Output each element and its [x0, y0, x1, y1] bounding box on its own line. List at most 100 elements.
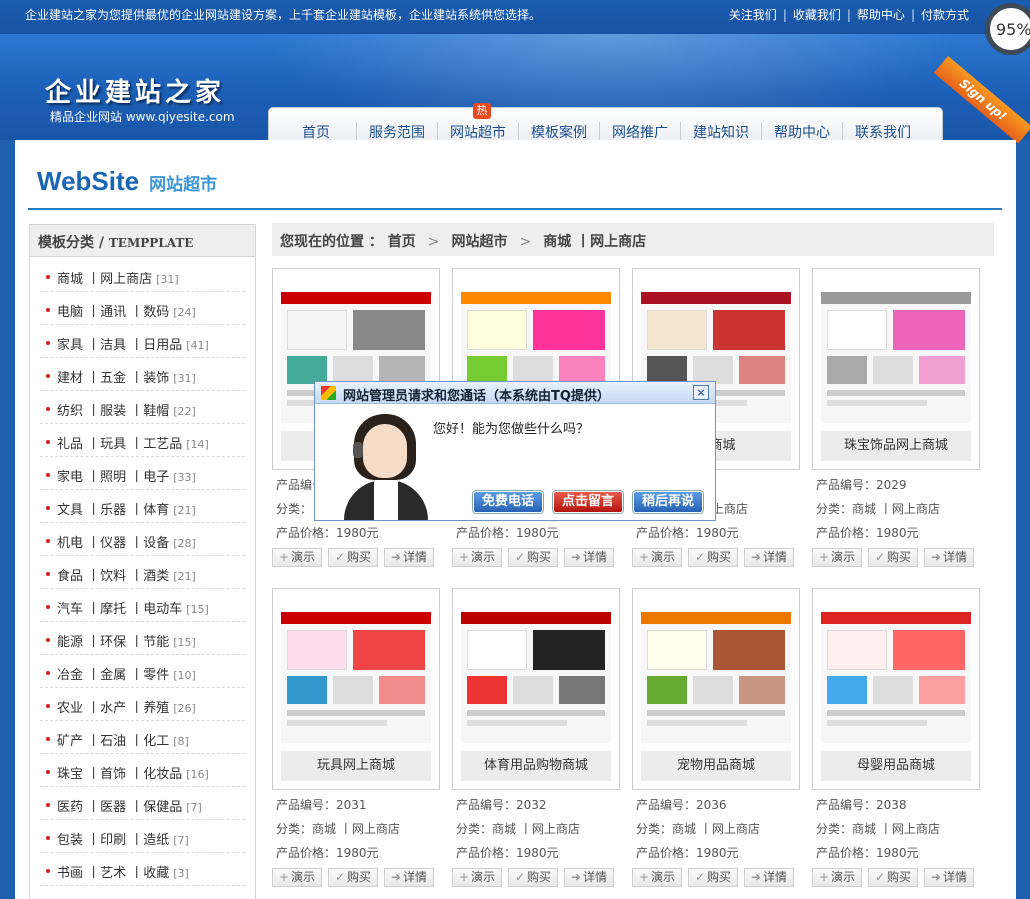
nav-knowledge[interactable]: 建站知识 [681, 122, 761, 142]
product-price-row: 产品价格：1980元 [636, 844, 739, 861]
nav-home[interactable]: 首页 [276, 122, 356, 142]
button-label: 演示 [831, 870, 856, 884]
button-label: 购买 [707, 870, 732, 884]
close-icon[interactable]: × [693, 385, 709, 400]
buy-button[interactable]: ✓ 购买 [868, 868, 918, 887]
price-label: 产品价格： [816, 846, 877, 860]
detail-button[interactable]: ➜ 详情 [384, 868, 434, 887]
nav-templates[interactable]: 模板案例 [519, 122, 599, 142]
detail-button[interactable]: ➜ 详情 [564, 868, 614, 887]
category-count: [15] [186, 603, 209, 616]
product-card[interactable]: 母婴用品商城 [812, 588, 980, 790]
buy-button[interactable]: ✓ 购买 [688, 868, 738, 887]
product-code-row: 产品编号：2036 [636, 796, 727, 813]
product-name[interactable]: 玩具网上商城 [281, 751, 431, 781]
category-label: 礼品 丨玩具 丨工艺品 [57, 437, 183, 452]
category-item[interactable]: 电脑 丨通讯 丨数码 [24] [40, 292, 245, 325]
button-label: 演示 [471, 550, 496, 564]
detail-button[interactable]: ➜ 详情 [924, 548, 974, 567]
category-item[interactable]: 食品 丨饮料 丨酒类 [21] [40, 556, 245, 589]
category-item[interactable]: 文具 丨乐器 丨体育 [21] [40, 490, 245, 523]
demo-button[interactable]: + 演示 [812, 868, 862, 887]
payment-link[interactable]: 付款方式 [915, 8, 975, 22]
product-thumbnail[interactable] [281, 596, 431, 743]
follow-us-link[interactable]: 关注我们 [723, 8, 783, 22]
category-item[interactable]: 建材 丨五金 丨装饰 [31] [40, 358, 245, 391]
nav-promotion[interactable]: 网络推广 [600, 122, 680, 142]
demo-button[interactable]: + 演示 [812, 548, 862, 567]
category-item[interactable]: 矿产 丨石油 丨化工 [8] [40, 721, 245, 754]
detail-button[interactable]: ➜ 详情 [744, 548, 794, 567]
help-link[interactable]: 帮助中心 [851, 8, 911, 22]
category-item[interactable]: 纺织 丨服装 丨鞋帽 [22] [40, 391, 245, 424]
buy-button[interactable]: ✓ 购买 [508, 868, 558, 887]
buy-button[interactable]: ✓ 购买 [328, 868, 378, 887]
category-item[interactable]: 冶金 丨金属 丨零件 [10] [40, 655, 245, 688]
buy-button[interactable]: ✓ 购买 [508, 548, 558, 567]
logo[interactable]: 企业建站之家 [45, 72, 225, 109]
nav-help[interactable]: 帮助中心 [762, 122, 842, 142]
plus-icon: + [458, 870, 470, 884]
product-card[interactable]: 珠宝饰品网上商城 [812, 268, 980, 470]
nav-website-market[interactable]: 网站超市 [438, 122, 518, 142]
detail-button[interactable]: ➜ 详情 [564, 548, 614, 567]
product-thumbnail[interactable] [461, 596, 611, 743]
product-thumbnail[interactable] [821, 596, 971, 743]
product-card[interactable]: 玩具网上商城 [272, 588, 440, 790]
nav-services[interactable]: 服务范围 [357, 122, 437, 142]
buy-button[interactable]: ✓ 购买 [868, 548, 918, 567]
product-category: 商城 丨网上商店 [312, 822, 400, 836]
demo-button[interactable]: + 演示 [452, 548, 502, 567]
product-card[interactable]: 体育用品购物商城 [452, 588, 620, 790]
detail-button[interactable]: ➜ 详情 [924, 868, 974, 887]
category-count: [16] [186, 768, 209, 781]
breadcrumb-home[interactable]: 首页 [388, 234, 416, 250]
category-item[interactable]: 家电 丨照明 丨电子 [33] [40, 457, 245, 490]
category-item[interactable]: 医药 丨医器 丨保健品 [7] [40, 787, 245, 820]
demo-button[interactable]: + 演示 [632, 548, 682, 567]
product-name[interactable]: 珠宝饰品网上商城 [821, 431, 971, 461]
product-name[interactable]: 体育用品购物商城 [461, 751, 611, 781]
product-thumbnail[interactable] [641, 596, 791, 743]
product-name[interactable]: 母婴用品商城 [821, 751, 971, 781]
nav-contact[interactable]: 联系我们 [843, 122, 923, 142]
product-price: 1980元 [696, 846, 739, 860]
category-item[interactable]: 农业 丨水产 丨养殖 [26] [40, 688, 245, 721]
breadcrumb-category[interactable]: 商城 丨网上商店 [543, 234, 646, 250]
free-call-button[interactable]: 免费电话 [473, 491, 543, 513]
category-label: 文具 丨乐器 丨体育 [57, 503, 170, 518]
leave-message-button[interactable]: 点击留言 [553, 491, 623, 513]
category-item[interactable]: 汽车 丨摩托 丨电动车 [15] [40, 589, 245, 622]
plus-icon: + [458, 550, 470, 564]
arrow-right-icon: ➜ [390, 550, 402, 564]
category-item[interactable]: 珠宝 丨首饰 丨化妆品 [16] [40, 754, 245, 787]
category-item[interactable]: 机电 丨仪器 丨设备 [28] [40, 523, 245, 556]
product-code: 2031 [336, 798, 367, 812]
category-label: 能源 丨环保 丨节能 [57, 635, 170, 650]
demo-button[interactable]: + 演示 [272, 548, 322, 567]
product-card[interactable]: 宠物用品商城 [632, 588, 800, 790]
demo-button[interactable]: + 演示 [452, 868, 502, 887]
buy-button[interactable]: ✓ 购买 [328, 548, 378, 567]
breadcrumb-prefix: 您现在的位置 ： [280, 234, 383, 250]
demo-button[interactable]: + 演示 [632, 868, 682, 887]
plus-icon: + [638, 870, 650, 884]
check-icon: ✓ [694, 550, 706, 564]
later-button[interactable]: 稍后再说 [633, 491, 703, 513]
category-item[interactable]: 礼品 丨玩具 丨工艺品 [14] [40, 424, 245, 457]
breadcrumb-market[interactable]: 网站超市 [451, 234, 507, 250]
category-item[interactable]: 能源 丨环保 丨节能 [15] [40, 622, 245, 655]
category-item[interactable]: 书画 丨艺术 丨收藏 [3] [40, 853, 245, 886]
price-label: 产品价格： [276, 846, 337, 860]
buy-button[interactable]: ✓ 购买 [688, 548, 738, 567]
detail-button[interactable]: ➜ 详情 [384, 548, 434, 567]
detail-button[interactable]: ➜ 详情 [744, 868, 794, 887]
bookmark-link[interactable]: 收藏我们 [787, 8, 847, 22]
brand-subtitle: 网站超市 [149, 175, 218, 195]
category-item[interactable]: 包装 丨印刷 丨造纸 [7] [40, 820, 245, 853]
product-thumbnail[interactable] [821, 276, 971, 423]
demo-button[interactable]: + 演示 [272, 868, 322, 887]
category-item[interactable]: 家具 丨洁具 丨日用品 [41] [40, 325, 245, 358]
product-name[interactable]: 宠物用品商城 [641, 751, 791, 781]
category-item[interactable]: 商城 丨网上商店 [31] [40, 259, 245, 292]
